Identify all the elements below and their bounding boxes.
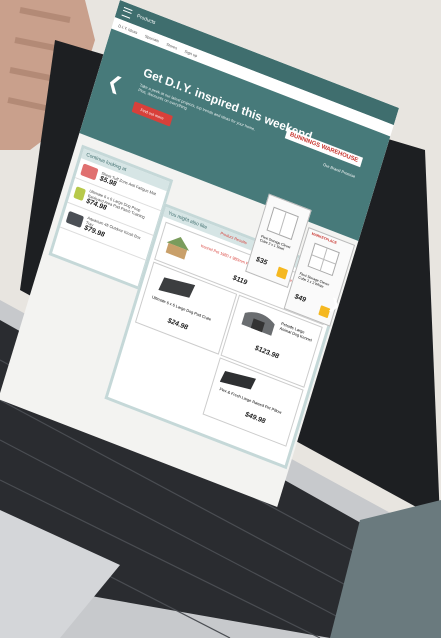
product-thumb (80, 163, 99, 181)
product-thumb (65, 210, 84, 228)
nav-item-signup[interactable]: Sign up (184, 48, 198, 58)
website: Products D.I.Y. Ideas Specials Stores Si… (0, 0, 399, 507)
cart-icon[interactable] (275, 266, 289, 280)
menu-label[interactable]: Products (136, 13, 156, 26)
hero-prev-icon[interactable]: ❮ (105, 71, 125, 96)
product-price: $49.98 (244, 411, 267, 426)
hero-cta-button[interactable]: Find out more (131, 101, 173, 127)
product-price: $24.98 (166, 317, 189, 332)
product-price: $119 (231, 274, 248, 287)
dog-crate-image (241, 312, 275, 336)
storage-cube-image (266, 206, 299, 241)
storage-cube-image (307, 242, 340, 277)
product-name: Petsafe Large Animal Dog Kennel (279, 320, 313, 343)
product-price: $35 (255, 255, 268, 267)
dog-kennel-image (165, 237, 190, 260)
product-price: $49 (293, 293, 307, 305)
logo-tagline[interactable]: Our Brand Promise (323, 162, 356, 179)
product-price: $123.98 (253, 344, 280, 361)
laptop-screen: Products D.I.Y. Ideas Specials Stores Si… (0, 0, 441, 638)
hamburger-icon[interactable] (121, 6, 133, 19)
nav-item-stores[interactable]: Stores (166, 41, 178, 50)
product-thumb (73, 185, 86, 201)
